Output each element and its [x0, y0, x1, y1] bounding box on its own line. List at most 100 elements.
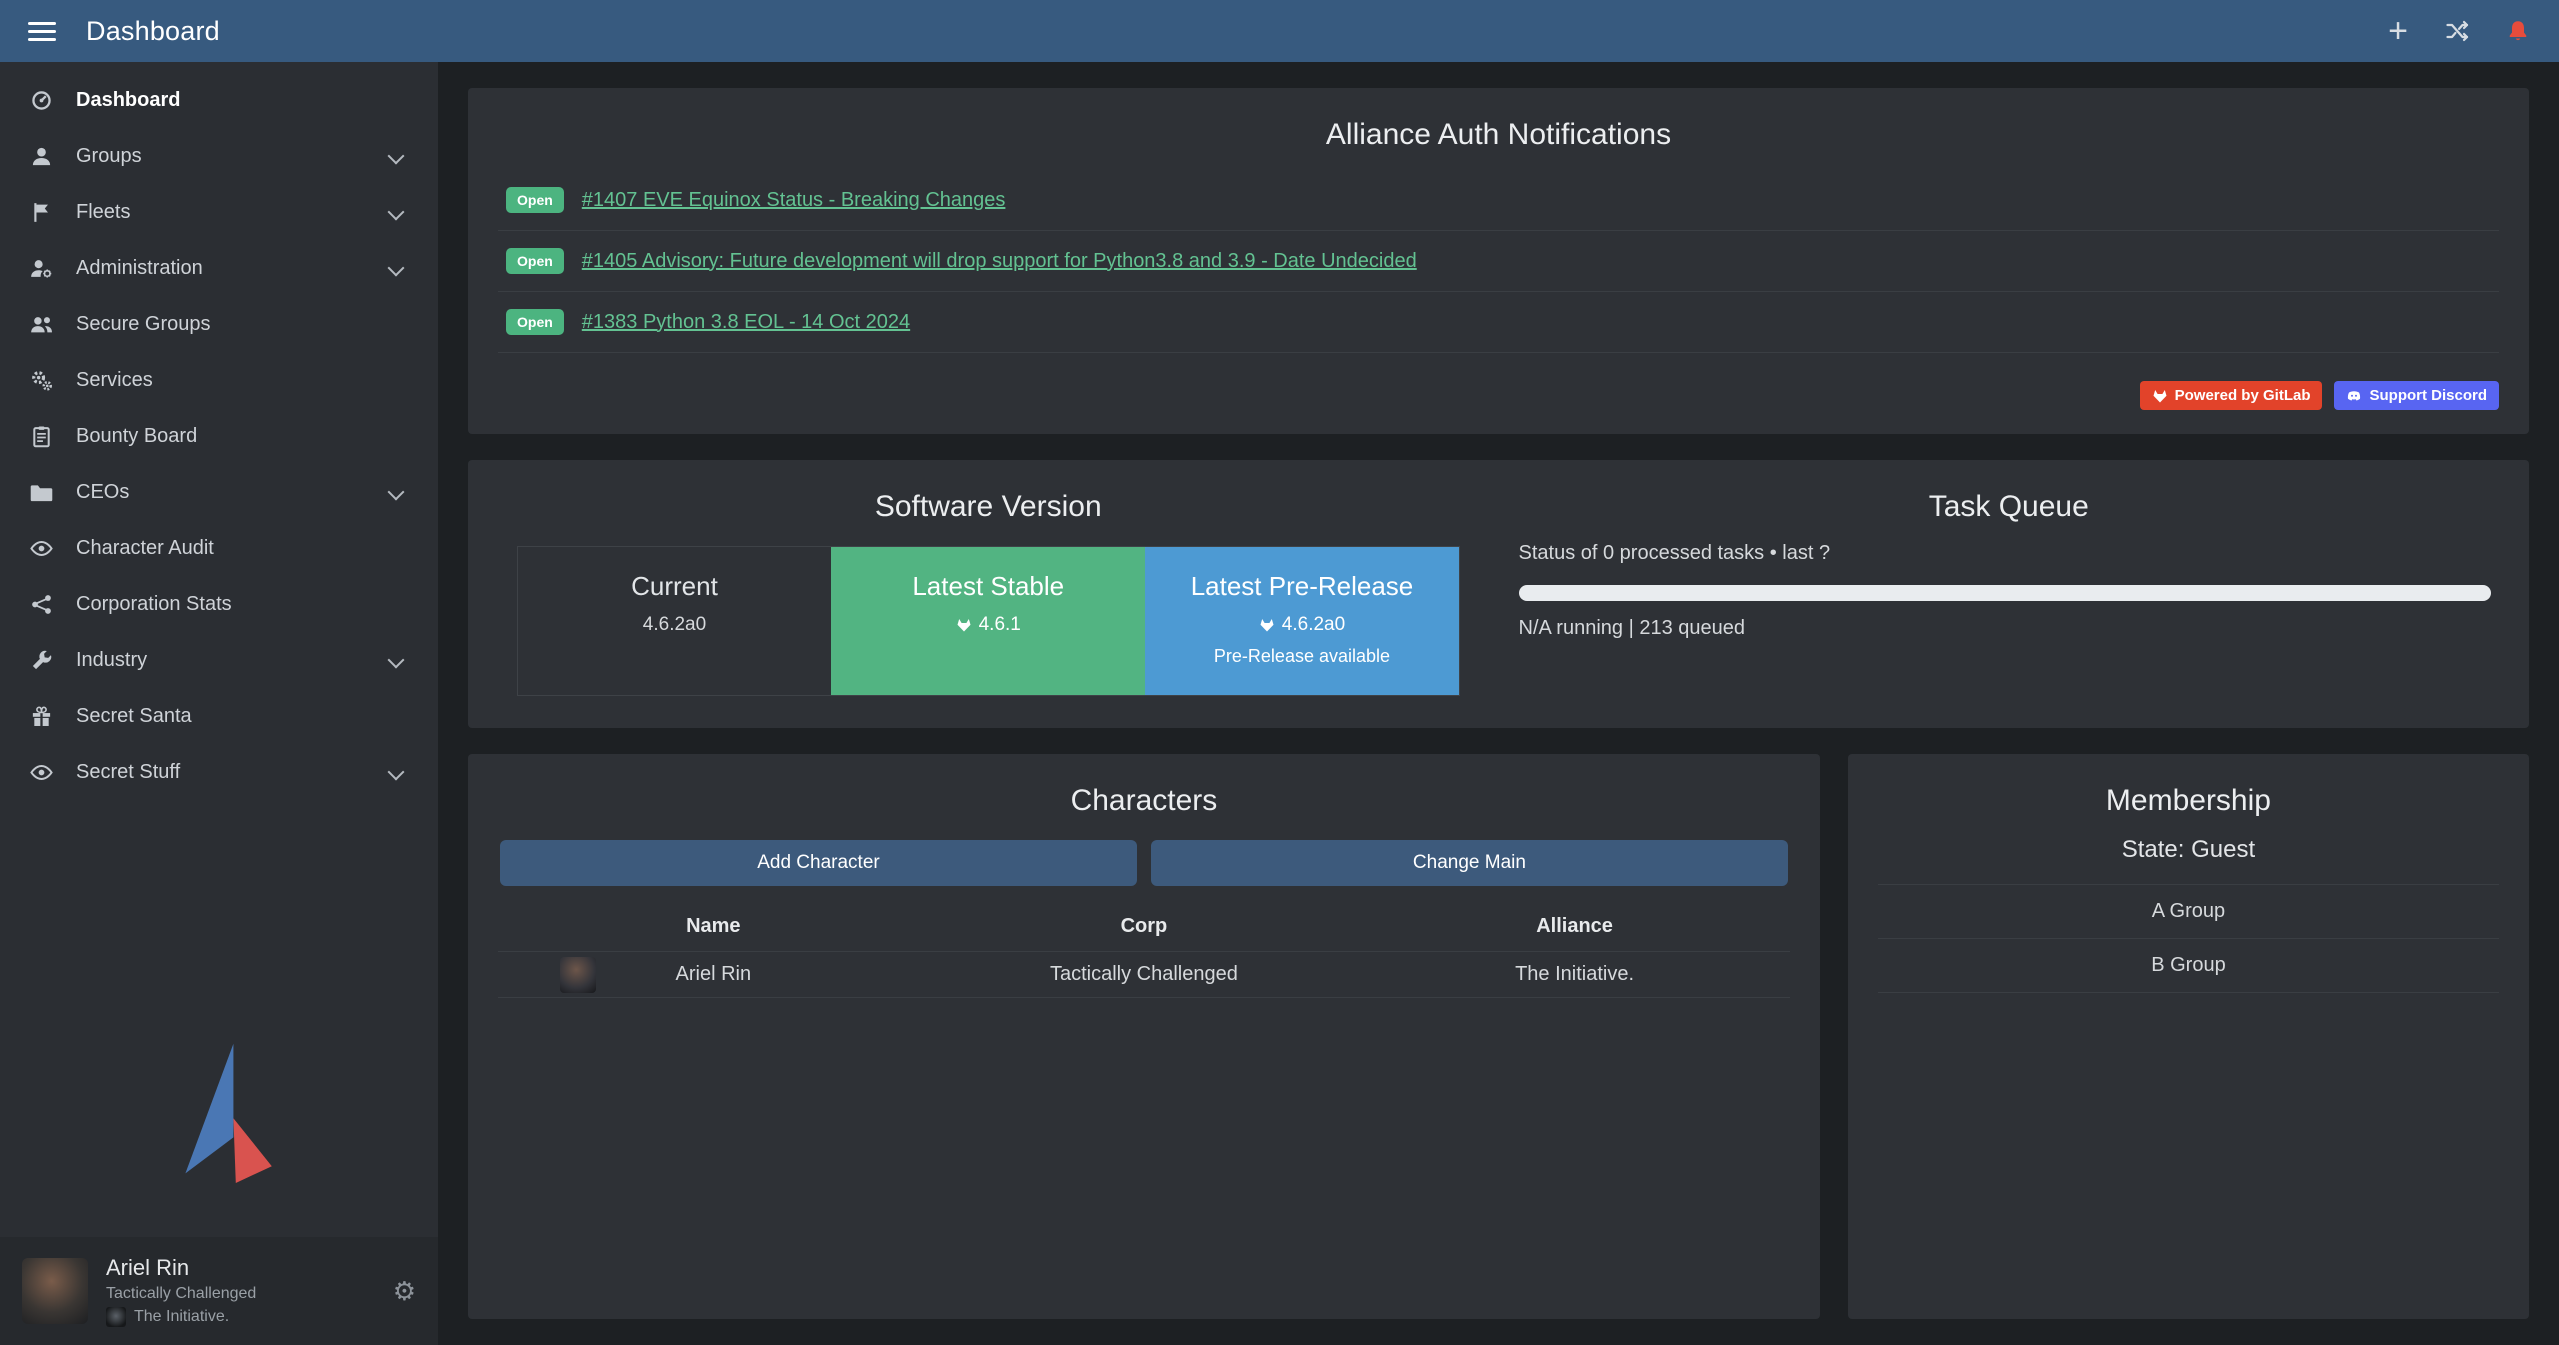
- profile-corporation: Tactically Challenged: [106, 1285, 256, 1303]
- version-current-value: 4.6.2a0: [643, 614, 706, 636]
- settings-gear-icon[interactable]: ⚙: [393, 1276, 416, 1307]
- sidebar-item-services[interactable]: Services: [0, 352, 438, 408]
- sidebar-item-label: Corporation Stats: [76, 593, 232, 616]
- discord-badge-label: Support Discord: [2369, 387, 2487, 404]
- main-content: Alliance Auth Notifications Open #1407 E…: [438, 62, 2559, 1345]
- sidebar-item-character-audit[interactable]: Character Audit: [0, 520, 438, 576]
- powered-by-gitlab-badge[interactable]: Powered by GitLab: [2140, 381, 2323, 410]
- membership-group-row: A Group: [1878, 884, 2499, 938]
- sidebar-item-label: Administration: [76, 257, 203, 280]
- user-avatar[interactable]: [22, 1258, 88, 1324]
- task-queue-section: Task Queue Status of 0 processed tasks •…: [1519, 484, 2500, 704]
- sidebar-item-administration[interactable]: Administration: [0, 240, 438, 296]
- gitlab-badge-label: Powered by GitLab: [2175, 387, 2311, 404]
- prerelease-note: Pre-Release available: [1159, 646, 1445, 667]
- alliance-logo-icon: [106, 1307, 126, 1327]
- notification-link[interactable]: #1405 Advisory: Future development will …: [582, 250, 1417, 273]
- notifications-bell-icon[interactable]: [2505, 18, 2531, 44]
- sidebar: Dashboard Groups Fleets Ad: [0, 62, 438, 1345]
- flag-icon: [28, 199, 54, 225]
- notifications-card: Alliance Auth Notifications Open #1407 E…: [468, 88, 2529, 434]
- sidebar-item-secure-groups[interactable]: Secure Groups: [0, 296, 438, 352]
- version-column-title: Latest Pre-Release: [1159, 571, 1445, 602]
- change-main-button[interactable]: Change Main: [1151, 840, 1788, 886]
- version-column-title: Latest Stable: [845, 571, 1131, 602]
- column-header-alliance: Alliance: [1359, 915, 1790, 938]
- sidebar-item-label: Secret Stuff: [76, 761, 180, 784]
- bottom-row: Characters Add Character Change Main Nam…: [468, 754, 2529, 1319]
- version-stable-column: Latest Stable 4.6.1: [831, 547, 1145, 695]
- sidebar-item-label: Bounty Board: [76, 425, 197, 448]
- sidebar-item-label: Secure Groups: [76, 313, 211, 336]
- user-gear-icon: [28, 255, 54, 281]
- sidebar-item-label: Fleets: [76, 201, 130, 224]
- character-corp: Tactically Challenged: [929, 963, 1360, 986]
- add-icon[interactable]: +: [2385, 18, 2411, 44]
- version-prerelease-column: Latest Pre-Release 4.6.2a0 Pre-Release a…: [1145, 547, 1459, 695]
- software-version-title: Software Version: [498, 490, 1479, 524]
- sidebar-item-label: Industry: [76, 649, 147, 672]
- profile-name: Ariel Rin: [106, 1255, 256, 1281]
- gears-icon: [28, 367, 54, 393]
- notification-link[interactable]: #1407 EVE Equinox Status - Breaking Chan…: [582, 189, 1006, 212]
- people-icon: [28, 311, 54, 337]
- user-profile-text: Ariel Rin Tactically Challenged The Init…: [106, 1255, 256, 1327]
- notification-row: Open #1383 Python 3.8 EOL - 14 Oct 2024: [498, 292, 2499, 353]
- menu-hamburger-icon[interactable]: [28, 22, 56, 41]
- character-alliance: The Initiative.: [1359, 963, 1790, 986]
- notification-link[interactable]: #1383 Python 3.8 EOL - 14 Oct 2024: [582, 311, 910, 334]
- wrench-icon: [28, 647, 54, 673]
- membership-group-row: B Group: [1878, 938, 2499, 993]
- chevron-down-icon: [388, 484, 405, 501]
- person-icon: [28, 143, 54, 169]
- software-version-section: Software Version Current 4.6.2a0 Latest …: [498, 484, 1479, 704]
- version-taskqueue-card: Software Version Current 4.6.2a0 Latest …: [468, 460, 2529, 728]
- shuffle-icon[interactable]: [2445, 18, 2471, 44]
- sidebar-item-industry[interactable]: Industry: [0, 632, 438, 688]
- task-queue-title: Task Queue: [1519, 490, 2500, 524]
- top-navbar: Dashboard +: [0, 0, 2559, 62]
- status-badge: Open: [506, 187, 564, 213]
- navbar-actions: +: [2385, 18, 2531, 44]
- clipboard-icon: [28, 423, 54, 449]
- chevron-down-icon: [388, 204, 405, 221]
- eye-icon: [28, 759, 54, 785]
- sidebar-item-groups[interactable]: Groups: [0, 128, 438, 184]
- status-badge: Open: [506, 309, 564, 335]
- character-portrait: [560, 957, 596, 993]
- gitlab-icon: [2152, 388, 2168, 404]
- version-current-column: Current 4.6.2a0: [518, 547, 832, 695]
- user-profile: Ariel Rin Tactically Challenged The Init…: [0, 1237, 438, 1345]
- folder-icon: [28, 479, 54, 505]
- character-table-row: Ariel Rin Tactically Challenged The Init…: [498, 952, 1790, 998]
- support-discord-badge[interactable]: Support Discord: [2334, 381, 2499, 410]
- notification-row: Open #1405 Advisory: Future development …: [498, 231, 2499, 292]
- column-header-corp: Corp: [929, 915, 1360, 938]
- sidebar-item-bounty-board[interactable]: Bounty Board: [0, 408, 438, 464]
- version-column-title: Current: [532, 571, 818, 602]
- profile-alliance-name: The Initiative.: [134, 1308, 229, 1326]
- sidebar-item-label: Dashboard: [76, 89, 180, 112]
- app-root: Dashboard + D: [0, 0, 2559, 1345]
- dashboard-gauge-icon: [28, 87, 54, 113]
- notification-row: Open #1407 EVE Equinox Status - Breaking…: [498, 170, 2499, 231]
- status-badge: Open: [506, 248, 564, 274]
- notifications-title: Alliance Auth Notifications: [498, 118, 2499, 152]
- chevron-down-icon: [388, 652, 405, 669]
- characters-card: Characters Add Character Change Main Nam…: [468, 754, 1820, 1319]
- discord-icon: [2346, 388, 2362, 404]
- sidebar-item-dashboard[interactable]: Dashboard: [0, 72, 438, 128]
- chevron-down-icon: [388, 148, 405, 165]
- sidebar-item-fleets[interactable]: Fleets: [0, 184, 438, 240]
- sidebar-item-secret-stuff[interactable]: Secret Stuff: [0, 744, 438, 800]
- membership-state: State: Guest: [1878, 836, 2499, 864]
- page-title: Dashboard: [86, 16, 220, 47]
- sidebar-item-corporation-stats[interactable]: Corporation Stats: [0, 576, 438, 632]
- sidebar-item-ceos[interactable]: CEOs: [0, 464, 438, 520]
- characters-table-header: Name Corp Alliance: [498, 902, 1790, 952]
- sidebar-item-secret-santa[interactable]: Secret Santa: [0, 688, 438, 744]
- sidebar-item-label: Secret Santa: [76, 705, 192, 728]
- gift-icon: [28, 703, 54, 729]
- chevron-down-icon: [388, 764, 405, 781]
- add-character-button[interactable]: Add Character: [500, 840, 1137, 886]
